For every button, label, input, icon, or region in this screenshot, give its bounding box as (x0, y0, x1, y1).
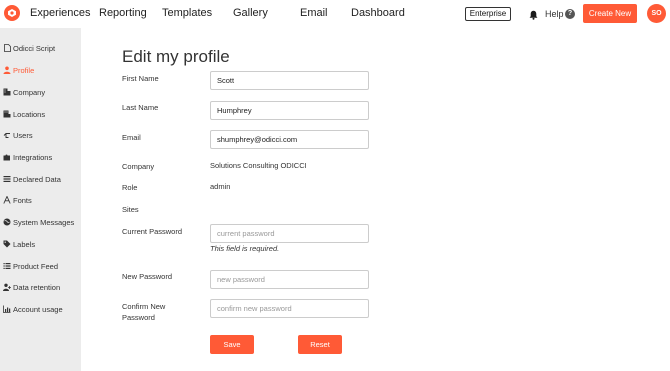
users-icon (3, 131, 11, 139)
sidebar-item-label: Declared Data (13, 174, 61, 184)
user-plus-icon (3, 283, 11, 291)
nav-email[interactable]: Email (300, 7, 328, 19)
save-button[interactable]: Save (210, 335, 254, 354)
sidebar-item-label: Users (13, 130, 33, 140)
last-name-label: Last Name (122, 103, 159, 112)
sidebar-item-integrations[interactable]: Integrations (3, 151, 52, 163)
confirm-password-field[interactable] (210, 299, 369, 318)
sidebar-item-label: Profile (13, 65, 35, 75)
sidebar-item-users[interactable]: Users (3, 129, 33, 141)
list-icon (3, 175, 11, 183)
sidebar-item-declared-data[interactable]: Declared Data (3, 173, 61, 185)
user-avatar[interactable]: SO (647, 4, 666, 23)
company-label: Company (122, 162, 155, 171)
building-icon (3, 88, 11, 96)
puzzle-icon (3, 153, 11, 161)
settings-sidebar: Odicci Script Profile Company Locations … (0, 28, 81, 371)
font-icon (3, 196, 11, 204)
sidebar-item-label: Fonts (13, 195, 32, 205)
sidebar-item-label: Locations (13, 109, 46, 119)
sidebar-item-label: Product Feed (13, 261, 59, 271)
sidebar-item-company[interactable]: Company (3, 86, 45, 98)
current-password-field[interactable] (210, 224, 369, 243)
sidebar-item-label: Account usage (13, 304, 63, 314)
sidebar-item-label: Odicci Script (13, 43, 56, 53)
email-field[interactable] (210, 130, 369, 149)
chart-icon (3, 305, 11, 313)
document-icon (3, 44, 11, 52)
create-new-button[interactable]: Create New (583, 4, 637, 23)
email-label: Email (122, 133, 141, 142)
sidebar-item-account-usage[interactable]: Account usage (3, 303, 63, 315)
tag-icon (3, 240, 11, 248)
globe-icon (3, 218, 11, 226)
page-title: Edit my profile (122, 47, 230, 66)
plan-badge[interactable]: Enterprise (465, 7, 511, 21)
feed-icon (3, 262, 11, 270)
sidebar-item-label: Company (13, 87, 46, 97)
current-password-label: Current Password (122, 227, 183, 236)
nav-experiences[interactable]: Experiences (30, 7, 91, 19)
new-password-field[interactable] (210, 270, 369, 289)
confirm-password-label: Confirm New Password (122, 302, 166, 322)
sidebar-item-product-feed[interactable]: Product Feed (3, 260, 58, 272)
sidebar-item-label: Data retention (13, 282, 61, 292)
nav-gallery[interactable]: Gallery (233, 7, 268, 19)
sidebar-item-fonts[interactable]: Fonts (3, 194, 32, 206)
sidebar-item-label: Integrations (13, 152, 53, 162)
sidebar-item-label: System Messages (13, 217, 75, 227)
location-icon (3, 110, 11, 118)
help-link[interactable]: Help (545, 9, 564, 19)
nav-templates[interactable]: Templates (162, 7, 212, 19)
user-icon (3, 66, 11, 74)
company-value: Solutions Consulting ODICCI (210, 161, 307, 170)
current-password-error: This field is required. (210, 244, 280, 253)
sidebar-item-profile[interactable]: Profile (3, 64, 34, 76)
sidebar-item-labels[interactable]: Labels (3, 238, 35, 250)
sidebar-item-locations[interactable]: Locations (3, 108, 45, 120)
odicci-logo[interactable] (4, 5, 20, 21)
reset-button[interactable]: Reset (298, 335, 342, 354)
first-name-field[interactable] (210, 71, 369, 90)
first-name-label: First Name (122, 74, 159, 83)
last-name-field[interactable] (210, 101, 369, 120)
role-value: admin (210, 182, 231, 191)
logo-mark-icon (8, 9, 16, 17)
role-label: Role (122, 183, 138, 192)
sidebar-item-system-messages[interactable]: System Messages (3, 216, 74, 228)
top-navigation-bar: Experiences Reporting Templates Gallery … (0, 0, 670, 28)
nav-dashboard[interactable]: Dashboard (351, 7, 405, 19)
sidebar-item-odicci-script[interactable]: Odicci Script (3, 42, 55, 54)
new-password-label: New Password (122, 272, 173, 281)
bell-icon[interactable] (529, 10, 538, 20)
help-icon[interactable]: ? (565, 9, 575, 19)
nav-reporting[interactable]: Reporting (99, 7, 147, 19)
sidebar-item-data-retention[interactable]: Data retention (3, 281, 60, 293)
sidebar-item-label: Labels (13, 239, 36, 249)
sites-label: Sites (122, 205, 139, 214)
